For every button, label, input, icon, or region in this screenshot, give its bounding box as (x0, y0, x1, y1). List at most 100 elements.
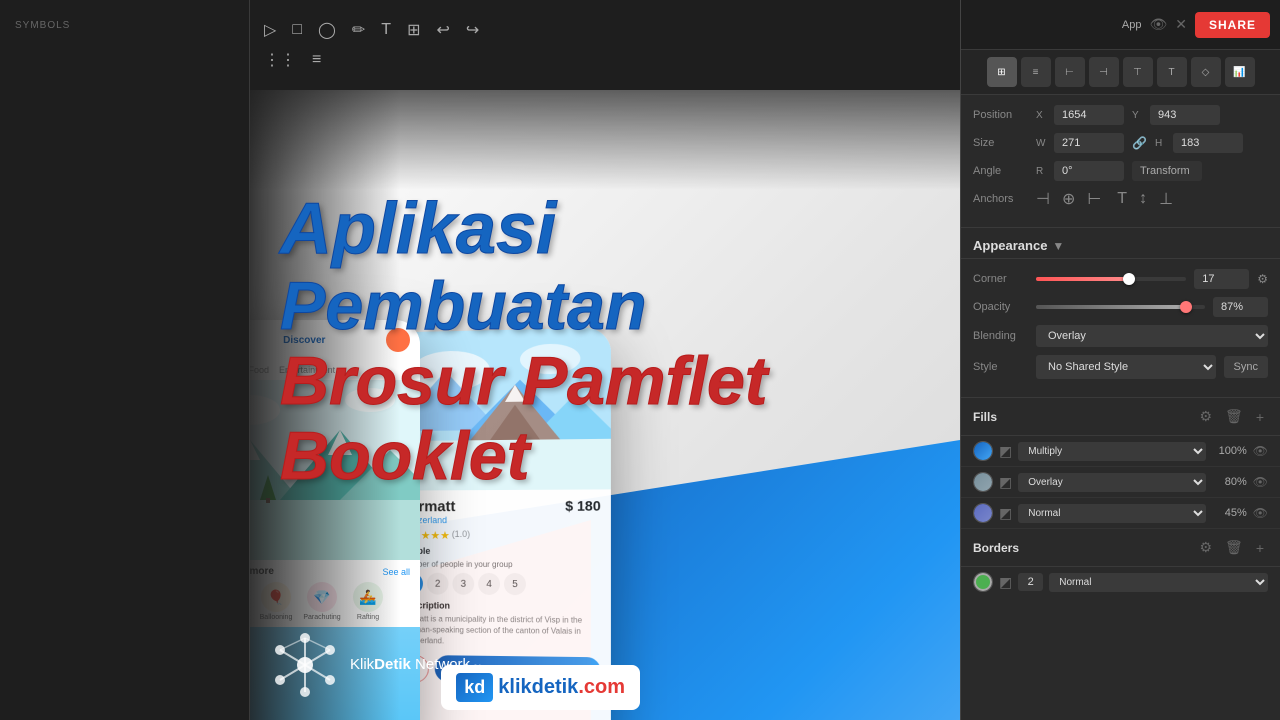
opacity-slider[interactable] (1036, 305, 1205, 309)
tab-align-left[interactable]: ⊢ (1055, 57, 1085, 87)
rating-stars: ★★★★★ (1.0) (401, 529, 600, 542)
borders-title: Borders (973, 541, 1190, 555)
appearance-title: Appearance (973, 238, 1047, 253)
grid-tool[interactable]: ⋮⋮ (260, 48, 300, 72)
pen-tool[interactable]: ✏ (348, 18, 369, 42)
appearance-chevron-icon[interactable]: ▼ (1052, 239, 1064, 253)
fills-add-icon[interactable]: + (1252, 407, 1268, 427)
appearance-header: Appearance ▼ (961, 228, 1280, 259)
title-line-pembuatan: Pembuatan (280, 269, 767, 344)
style-row: Style No Shared Style Sync (973, 355, 1268, 379)
fills-delete-icon[interactable]: 🗑 (1221, 406, 1247, 427)
fills-header: Fills ⚙ 🗑 + (961, 398, 1280, 436)
sync-button[interactable]: Sync (1224, 356, 1268, 378)
main-container: SYMBOLS ▷ □ ◯ ✏ T ⊞ ↩ ↪ ⋮⋮ ≡ Aplikasi Pe… (0, 0, 1280, 720)
anchors-row: Anchors ⊣ ⊕ ⊢ T ↕ ⊥ (973, 189, 1268, 209)
tab-component[interactable]: ◇ (1191, 57, 1221, 87)
style-select[interactable]: No Shared Style (1036, 355, 1216, 379)
fill-3-checker: ◩ (999, 505, 1012, 522)
fill-row-2: ◩ Overlay 80% 👁 (961, 467, 1280, 498)
corner-settings-icon[interactable]: ⚙ (1257, 272, 1268, 286)
position-row: Position X 1654 Y 943 (973, 105, 1268, 125)
title-line-aplikasi: Aplikasi (280, 190, 767, 269)
opacity-slider-thumb[interactable] (1180, 301, 1192, 313)
fill-row-3: ◩ Normal 45% 👁 (961, 498, 1280, 529)
lock-ratio-btn[interactable]: 🔗 (1132, 136, 1147, 150)
undo-tool[interactable]: ↩ (432, 18, 453, 42)
fills-settings-icon[interactable]: ⚙ (1195, 406, 1216, 427)
tab-chart[interactable]: 📊 (1225, 57, 1255, 87)
borders-add-icon[interactable]: + (1252, 538, 1268, 558)
y-input[interactable]: 943 (1150, 105, 1220, 125)
anchor-right-icon[interactable]: ⊢ (1087, 189, 1101, 209)
top-toolbar: ▷ □ ◯ ✏ T ⊞ ↩ ↪ ⋮⋮ ≡ (250, 0, 960, 90)
select-tool[interactable]: ▷ (260, 18, 280, 42)
fill-row-1: ◩ Multiply 100% 👁 (961, 436, 1280, 467)
borders-delete-icon[interactable]: 🗑 (1221, 537, 1247, 558)
opacity-label: Opacity (973, 301, 1028, 313)
kd-badge: kd (456, 673, 493, 702)
align-tool[interactable]: ≡ (308, 49, 325, 71)
h-input[interactable]: 183 (1173, 133, 1243, 153)
tab-arrange[interactable]: ⊞ (987, 57, 1017, 87)
border-width-input[interactable]: 2 (1018, 573, 1043, 591)
rect-tool[interactable]: □ (288, 19, 306, 41)
klikdetik-com: .com (578, 676, 625, 698)
fill-2-color[interactable] (973, 472, 993, 492)
anchor-left-icon[interactable]: ⊣ (1036, 189, 1050, 209)
borders-settings-icon[interactable]: ⚙ (1195, 537, 1216, 558)
fill-1-type-select[interactable]: Multiply (1018, 442, 1206, 461)
position-label: Position (973, 109, 1028, 121)
activity-icons: ⛷ Hiking 🎈 Ballooning 💎 Parachuting (250, 582, 410, 621)
panel-header: App 👁 ✕ SHARE (961, 0, 1280, 50)
opacity-value[interactable]: 87% (1213, 297, 1268, 317)
canvas-area: Aplikasi Pembuatan Brosur Pamflet Bookle… (250, 90, 960, 720)
brand-klik: Klik (350, 656, 374, 673)
fill-3-visibility-icon[interactable]: 👁 (1253, 506, 1268, 520)
blending-label: Blending (973, 330, 1028, 342)
network-logo-svg (270, 630, 340, 700)
corner-slider-fill (1036, 277, 1126, 281)
redo-tool[interactable]: ↪ (462, 18, 483, 42)
corner-label: Corner (973, 273, 1028, 285)
fill-1-color[interactable] (973, 441, 993, 461)
tab-align-right[interactable]: ⊤ (1123, 57, 1153, 87)
brand-detik: Detik (374, 656, 411, 673)
blending-select[interactable]: Overlay Normal Multiply (1036, 325, 1268, 347)
anchor-center-icon[interactable]: ⊕ (1062, 189, 1075, 209)
fill-2-type-select[interactable]: Overlay (1018, 473, 1206, 492)
angle-label: Angle (973, 165, 1028, 177)
image-tool[interactable]: ⊞ (403, 18, 424, 42)
close-icon[interactable]: ✕ (1175, 16, 1187, 33)
x-input[interactable]: 1654 (1054, 105, 1124, 125)
border-style-select[interactable]: Normal (1049, 573, 1268, 592)
transform-btn[interactable]: Transform (1132, 161, 1202, 181)
border-1-color[interactable] (973, 572, 993, 592)
corner-value[interactable]: 17 (1194, 269, 1249, 289)
text-tool[interactable]: T (377, 19, 395, 41)
borders-header: Borders ⚙ 🗑 + (961, 529, 1280, 567)
angle-input[interactable]: 0° (1054, 161, 1124, 181)
w-input[interactable]: 271 (1054, 133, 1124, 153)
position-section: Position X 1654 Y 943 Size W 271 🔗 H 183… (961, 95, 1280, 228)
properties-content: Position X 1654 Y 943 Size W 271 🔗 H 183… (961, 95, 1280, 720)
fill-1-visibility-icon[interactable]: 👁 (1253, 444, 1268, 458)
anchor-top-icon[interactable]: T (1117, 190, 1127, 208)
anchor-middle-icon[interactable]: ↕ (1139, 190, 1147, 208)
share-button[interactable]: SHARE (1195, 12, 1270, 38)
corner-slider[interactable] (1036, 277, 1186, 281)
fill-2-opacity: 80% (1212, 476, 1247, 488)
corner-slider-thumb[interactable] (1123, 273, 1135, 285)
tab-text[interactable]: T (1157, 57, 1187, 87)
anchor-bottom-icon[interactable]: ⊥ (1159, 189, 1173, 209)
fill-3-type-select[interactable]: Normal (1018, 504, 1206, 523)
circle-tool[interactable]: ◯ (314, 18, 340, 42)
fill-3-color[interactable] (973, 503, 993, 523)
panel-tabs: ⊞ ≡ ⊢ ⊣ ⊤ T ◇ 📊 (961, 50, 1280, 95)
title-line-brosur: Brosur Pamflet (280, 344, 767, 419)
size-label: Size (973, 137, 1028, 149)
tab-align-center[interactable]: ⊣ (1089, 57, 1119, 87)
symbols-label: SYMBOLS (0, 0, 249, 36)
fill-2-visibility-icon[interactable]: 👁 (1253, 475, 1268, 489)
tab-design[interactable]: ≡ (1021, 57, 1051, 87)
